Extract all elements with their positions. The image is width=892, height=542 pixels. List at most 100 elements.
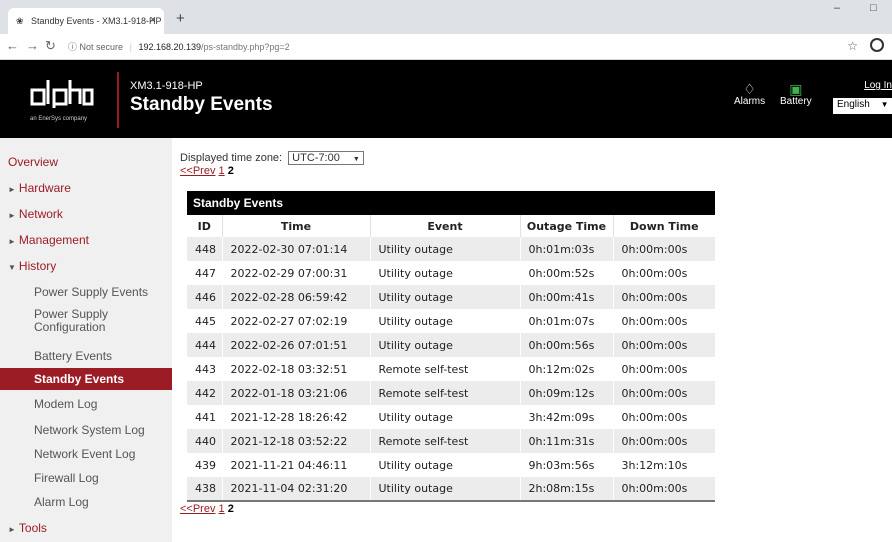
- minimize-icon[interactable]: –: [834, 2, 840, 14]
- cell-event: Utility outage: [369, 405, 520, 429]
- table-row: 443 2022-02-18 03:32:51 Remote self-test 0h…: [187, 357, 715, 381]
- table-row: 445 2022-02-27 07:02:19 Utility outage 0h:0…: [187, 309, 715, 333]
- forward-icon[interactable]: →: [26, 39, 39, 53]
- sidebar-item-label: Battery Events: [34, 349, 113, 363]
- cell-time: 2022-02-26 07:01:51: [221, 333, 370, 357]
- alarms-label: Alarms: [734, 96, 766, 107]
- cell-down-time: 0h:00m:00s: [612, 429, 715, 453]
- table-row: 446 2022-02-28 06:59:42 Utility outage 0h:0…: [187, 285, 715, 309]
- page-header: an EnerSys company XM3.1-918-HP Standby …: [0, 60, 892, 138]
- sidebar-item-firewall-log[interactable]: Firewall Log: [0, 471, 172, 485]
- sidebar-item-label: Firewall Log: [34, 471, 99, 485]
- cell-outage-time: 3h:42m:09s: [519, 405, 613, 429]
- sidebar-item-network-system-log[interactable]: Network System Log: [0, 423, 172, 437]
- sidebar: Overview ► Hardware ► Network ► Management …: [0, 138, 172, 542]
- cell-event: Utility outage: [369, 453, 520, 477]
- page-1-link[interactable]: 1: [219, 165, 225, 177]
- cell-id: 445: [187, 309, 222, 333]
- chevron-down-icon: ▼: [880, 100, 889, 109]
- alpha-logo: [30, 80, 94, 108]
- cell-id: 446: [187, 285, 222, 309]
- cell-event: Utility outage: [369, 333, 520, 357]
- cell-time: 2022-02-18 03:32:51: [221, 357, 370, 381]
- current-page: 2: [227, 165, 234, 177]
- tab-close-icon[interactable]: ×: [150, 15, 156, 26]
- cell-event: Utility outage: [369, 237, 520, 261]
- cell-time: 2022-02-29 07:00:31: [221, 261, 370, 285]
- browser-tab-bar: ❀ Standby Events - XM3.1-918-HP × + – □: [0, 0, 892, 34]
- cell-time: 2021-11-04 02:31:20: [221, 477, 370, 501]
- prev-page-link[interactable]: <<Prev: [180, 165, 215, 177]
- table-row: 440 2021-12-18 03:52:22 Remote self-test 0h…: [187, 429, 715, 453]
- pagination-top: <<Prev 1 2: [180, 165, 234, 177]
- cell-down-time: 0h:00m:00s: [612, 261, 715, 285]
- timezone-select[interactable]: UTC-7:00 ▼: [288, 151, 364, 165]
- cell-outage-time: 0h:00m:52s: [519, 261, 613, 285]
- sidebar-item-label: Hardware: [18, 181, 71, 195]
- bookmark-star-icon[interactable]: ☆: [847, 39, 858, 53]
- sidebar-item-modem-log[interactable]: Modem Log: [0, 397, 172, 411]
- cell-time: 2022-02-28 06:59:42: [221, 285, 370, 309]
- cell-id: 447: [187, 261, 222, 285]
- sidebar-item-standby-events[interactable]: Standby Events: [0, 368, 172, 390]
- profile-icon[interactable]: [870, 38, 884, 52]
- language-select[interactable]: English ▼: [833, 98, 892, 114]
- language-value: English: [837, 99, 870, 110]
- browser-tab[interactable]: ❀ Standby Events - XM3.1-918-HP ×: [8, 8, 164, 34]
- current-page: 2: [227, 503, 234, 515]
- table-row: 448 2022-02-30 07:01:14 Utility outage 0h:0…: [187, 237, 715, 261]
- sidebar-item-network-event-log[interactable]: Network Event Log: [0, 447, 172, 461]
- table-row: 444 2022-02-26 07:01:51 Utility outage 0h:0…: [187, 333, 715, 357]
- sidebar-item-power-supply-events[interactable]: Power Supply Events: [0, 285, 172, 299]
- column-header-outage-time: Outage Time: [519, 215, 613, 237]
- chevron-down-icon: ▼: [8, 263, 16, 272]
- chevron-right-icon: ►: [8, 237, 16, 246]
- cell-down-time: 0h:00m:00s: [612, 477, 715, 501]
- cell-down-time: 0h:00m:00s: [612, 309, 715, 333]
- url-path: /ps-standby.php?pg=2: [201, 42, 290, 52]
- cell-down-time: 0h:00m:00s: [612, 381, 715, 405]
- sidebar-item-tools[interactable]: ► Tools: [0, 521, 172, 535]
- back-icon[interactable]: ←: [6, 39, 19, 53]
- table-row: 447 2022-02-29 07:00:31 Utility outage 0h:0…: [187, 261, 715, 285]
- prev-page-link[interactable]: <<Prev: [180, 503, 215, 515]
- table-header-row: ID Time Event Outage Time Down Time: [187, 215, 715, 237]
- device-model: XM3.1-918-HP: [130, 80, 203, 92]
- info-icon[interactable]: ⓘ: [68, 42, 77, 52]
- sidebar-item-overview[interactable]: Overview: [0, 155, 172, 169]
- cell-time: 2021-11-21 04:46:11: [221, 453, 370, 477]
- sidebar-item-alarm-log[interactable]: Alarm Log: [0, 495, 172, 509]
- page-title: Standby Events: [130, 94, 273, 115]
- sidebar-item-power-supply-configuration[interactable]: Power Supply Configuration: [0, 308, 150, 334]
- cell-event: Remote self-test: [369, 357, 520, 381]
- page-1-link[interactable]: 1: [219, 503, 225, 515]
- cell-outage-time: 0h:12m:02s: [519, 357, 613, 381]
- cell-id: 439: [187, 453, 222, 477]
- table-row: 442 2022-01-18 03:21:06 Remote self-test 0h…: [187, 381, 715, 405]
- alarms-button[interactable]: ♢ Alarms: [734, 82, 765, 107]
- sidebar-item-label: Tools: [18, 521, 47, 535]
- cell-outage-time: 0h:09m:12s: [519, 381, 613, 405]
- battery-button[interactable]: ▣ Battery: [780, 82, 812, 107]
- table-row: 439 2021-11-21 04:46:11 Utility outage 9h:0…: [187, 453, 715, 477]
- chevron-down-icon: ▼: [352, 156, 360, 163]
- maximize-icon[interactable]: □: [870, 2, 877, 14]
- battery-icon: ▣: [789, 81, 803, 97]
- url-field[interactable]: ⓘ Not secure | 192.168.20.139/ps-standby…: [68, 40, 290, 53]
- login-link[interactable]: Log In: [864, 80, 892, 91]
- cell-outage-time: 9h:03m:56s: [519, 453, 613, 477]
- sidebar-item-history[interactable]: ▼ History: [0, 259, 172, 273]
- sidebar-item-hardware[interactable]: ► Hardware: [0, 181, 172, 195]
- logo-tagline: an EnerSys company: [30, 116, 88, 122]
- new-tab-button[interactable]: +: [176, 11, 185, 26]
- sidebar-item-network[interactable]: ► Network: [0, 207, 172, 221]
- column-header-time: Time: [221, 215, 370, 237]
- cell-id: 448: [187, 237, 222, 261]
- cell-event: Utility outage: [369, 477, 520, 501]
- sidebar-item-management[interactable]: ► Management: [0, 233, 172, 247]
- sidebar-item-label: Standby Events: [34, 372, 125, 386]
- sidebar-item-battery-events[interactable]: Battery Events: [0, 349, 172, 363]
- reload-icon[interactable]: ↻: [45, 39, 56, 53]
- cell-time: 2022-02-27 07:02:19: [221, 309, 370, 333]
- column-header-event: Event: [369, 215, 520, 237]
